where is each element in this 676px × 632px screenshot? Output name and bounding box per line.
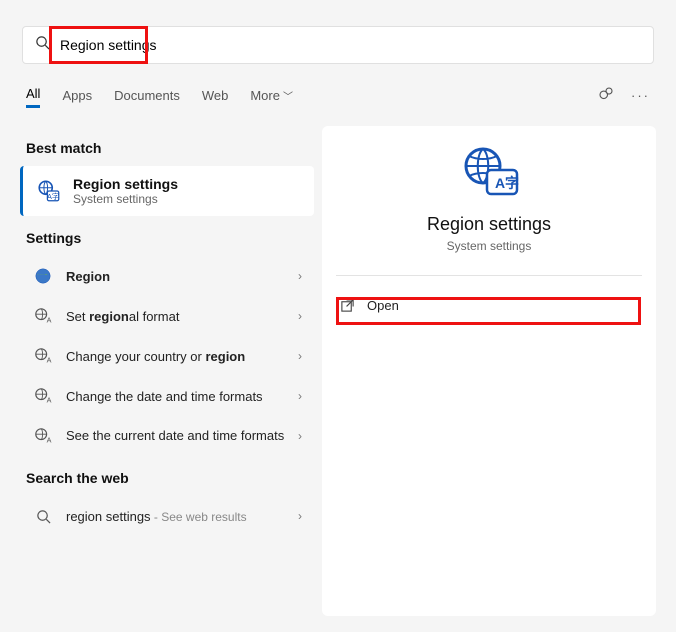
details-app-icon: A 字 [322,144,656,198]
region-datetime-icon: A [32,425,54,447]
region-format-icon: A [32,305,54,327]
best-match-result[interactable]: A字 Region settings System settings [20,166,314,216]
more-options-icon[interactable]: ··· [631,88,650,103]
divider [336,275,642,276]
best-match-title: Region settings [73,176,178,192]
chevron-right-icon: › [298,309,302,323]
search-icon [35,35,50,55]
svg-text:A: A [47,315,52,324]
svg-text:字: 字 [505,175,519,191]
open-label: Open [367,298,399,313]
svg-text:A: A [47,355,52,364]
svg-text:A字: A字 [47,192,59,201]
svg-text:A: A [495,175,505,191]
chevron-right-icon: › [298,269,302,283]
settings-item-region[interactable]: Region › [20,256,314,296]
search-input[interactable] [60,37,641,53]
web-result-label: region settings - See web results [66,509,298,524]
settings-item-see-date-time[interactable]: A See the current date and time formats … [20,416,314,456]
chevron-right-icon: › [298,509,302,523]
result-tabs: All Apps Documents Web More﹀ ··· [26,82,650,108]
globe-icon [32,265,54,287]
feedback-icon[interactable] [597,85,615,106]
region-settings-icon: A字 [35,177,63,205]
open-action[interactable]: Open [322,290,656,321]
settings-item-label: See the current date and time formats [66,428,298,445]
settings-item-label: Region [66,269,298,284]
tab-more[interactable]: More﹀ [250,84,293,107]
chevron-right-icon: › [298,389,302,403]
tab-documents[interactable]: Documents [114,84,180,107]
details-pane: A 字 Region settings System settings Open [322,126,656,616]
tab-web[interactable]: Web [202,84,229,107]
svg-text:A: A [47,435,52,444]
settings-item-label: Change the date and time formats [66,389,298,404]
section-best-match: Best match [26,140,314,156]
region-country-icon: A [32,345,54,367]
search-icon [32,505,54,527]
web-result-item[interactable]: region settings - See web results › [20,496,314,536]
tab-apps[interactable]: Apps [62,84,92,107]
results-list: Best match A字 Region settings System set… [20,126,314,536]
settings-item-country[interactable]: A Change your country or region › [20,336,314,376]
region-date-icon: A [32,385,54,407]
open-external-icon [340,298,355,313]
details-subtitle: System settings [322,239,656,253]
settings-item-label: Set regional format [66,309,298,324]
tab-all[interactable]: All [26,82,40,108]
chevron-right-icon: › [298,349,302,363]
chevron-right-icon: › [298,429,302,443]
search-bar[interactable] [22,26,654,64]
chevron-down-icon: ﹀ [283,92,293,103]
section-search-web: Search the web [26,470,314,486]
settings-item-regional-format[interactable]: A Set regional format › [20,296,314,336]
details-title: Region settings [322,214,656,235]
best-match-subtitle: System settings [73,192,178,206]
settings-item-date-formats[interactable]: A Change the date and time formats › [20,376,314,416]
settings-item-label: Change your country or region [66,349,298,364]
svg-text:A: A [47,395,52,404]
section-settings: Settings [26,230,314,246]
